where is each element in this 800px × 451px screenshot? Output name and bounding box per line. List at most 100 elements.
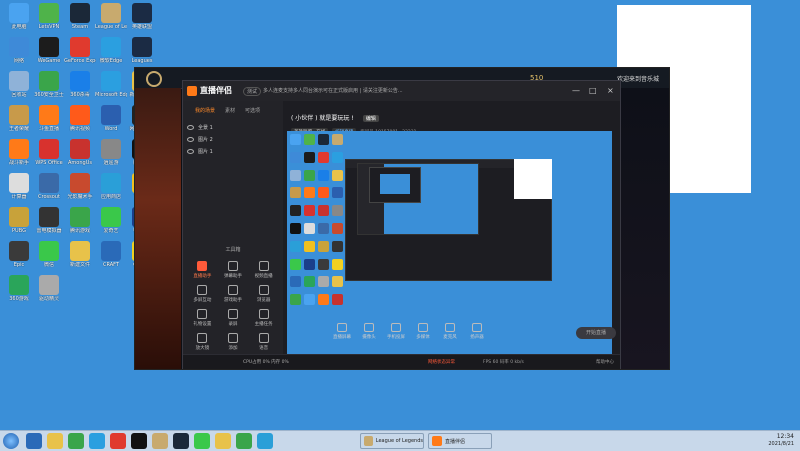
- desktop-icon[interactable]: 光影魔术手: [64, 173, 96, 200]
- toolbox-item[interactable]: 直播助手: [187, 261, 218, 279]
- room-edit-tag[interactable]: 编辑: [362, 115, 379, 122]
- desktop-icon[interactable]: Word: [95, 105, 127, 132]
- pinned-app-icon[interactable]: [194, 433, 210, 449]
- task-league[interactable]: League of Legends: [360, 433, 424, 449]
- desktop-icon[interactable]: WPS Office: [33, 139, 65, 166]
- eye-icon[interactable]: [187, 136, 194, 142]
- toolbox-item[interactable]: 录屏: [218, 309, 249, 327]
- maximize-button[interactable]: □: [589, 86, 597, 95]
- toolbox-item[interactable]: 浏览器: [248, 285, 279, 303]
- desktop-icon[interactable]: 斗鱼直播: [33, 105, 65, 132]
- pinned-app-icon[interactable]: [110, 433, 126, 449]
- pinned-app-icon[interactable]: [68, 433, 84, 449]
- left-tab[interactable]: 素材: [225, 107, 235, 114]
- desktop-icon[interactable]: 驱动精灵: [33, 275, 65, 302]
- pinned-app-icon[interactable]: [215, 433, 231, 449]
- desktop-icon[interactable]: 网络: [3, 37, 35, 64]
- scene-item[interactable]: 图片 2: [187, 133, 213, 145]
- desktop-icon[interactable]: 微信: [33, 241, 65, 268]
- desktop-icon[interactable]: 微软Edge: [95, 37, 127, 64]
- desktop-icon[interactable]: Crossout: [33, 173, 65, 200]
- desktop-icon[interactable]: LetsVPN: [33, 3, 65, 30]
- left-tabs: 我的场景 素材 可选项: [195, 107, 260, 114]
- toolbox-item[interactable]: 添加: [218, 333, 249, 351]
- toolbox-item[interactable]: 放大镜: [187, 333, 218, 351]
- preview-desktop-icon: [332, 151, 343, 163]
- tool-label: 语音: [259, 346, 269, 351]
- desktop-icon[interactable]: 战斗新手: [3, 139, 35, 166]
- desktop-icon[interactable]: 英雄联盟: [126, 3, 158, 30]
- desktop-icon[interactable]: 计算器: [3, 173, 35, 200]
- desktop-icon[interactable]: 此电脑: [3, 3, 35, 30]
- pinned-app-icon[interactable]: [131, 433, 147, 449]
- desktop-icon[interactable]: CRAFT: [95, 241, 127, 268]
- pinned-app-icon[interactable]: [89, 433, 105, 449]
- desktop-icon[interactable]: 爱奇艺: [95, 207, 127, 234]
- control-button[interactable]: 直播屏幕: [333, 323, 351, 340]
- eye-icon[interactable]: [187, 124, 194, 130]
- toolbox-item[interactable]: 礼物设置: [187, 309, 218, 327]
- pinned-app-icon[interactable]: [173, 433, 189, 449]
- help-link[interactable]: 帮助中心: [596, 359, 614, 365]
- control-button[interactable]: 多媒体: [414, 323, 432, 340]
- desktop-icon[interactable]: Microsoft Edge: [95, 71, 127, 98]
- pinned-app-icon[interactable]: [26, 433, 42, 449]
- toolbox-item[interactable]: 弹幕助手: [218, 261, 249, 279]
- control-label: 摄像头: [362, 335, 376, 340]
- desktop-icon[interactable]: Steam: [64, 3, 96, 30]
- scene-item[interactable]: 图片 1: [187, 145, 213, 157]
- left-tab[interactable]: 我的场景: [195, 107, 215, 114]
- desktop-icon[interactable]: 回收站: [3, 71, 35, 98]
- control-button[interactable]: 手机投屏: [387, 323, 405, 340]
- desktop-icon[interactable]: 腾讯游戏: [64, 207, 96, 234]
- desktop-icon[interactable]: AmongUs: [64, 139, 96, 166]
- pinned-app-icon[interactable]: [236, 433, 252, 449]
- desktop-icon[interactable]: 逍遥游: [95, 139, 127, 166]
- status-warning[interactable]: 网络状态异常: [428, 359, 455, 365]
- pinned-app-icon[interactable]: [47, 433, 63, 449]
- desktop-icon[interactable]: 应用商店: [95, 173, 127, 200]
- left-panel: 我的场景 素材 可选项 全景 1 图片 2 图片 1 工具箱 直播助手 弹幕助手 视频直播多…: [183, 101, 283, 368]
- desktop-icon[interactable]: GeForce Experience: [64, 37, 96, 64]
- system-clock[interactable]: 12:34 2021/8/21: [768, 433, 794, 448]
- desktop-icon-label: AmongUs: [68, 160, 92, 166]
- control-button[interactable]: 摄像头: [360, 323, 378, 340]
- desktop-icon[interactable]: PUBG: [3, 207, 35, 234]
- desktop-icon[interactable]: WeGame: [33, 37, 65, 64]
- beta-badge[interactable]: 测试: [243, 87, 262, 96]
- desktop-icon[interactable]: 360安全卫士: [33, 71, 65, 98]
- desktop-icon[interactable]: 腾讯视频: [64, 105, 96, 132]
- desktop-icon-label: 雷电模拟器: [36, 228, 62, 234]
- notice-text[interactable]: 多人连麦支持多人同台演示可在正式版启用 | 请关注更新公告...: [263, 87, 403, 94]
- toolbox-item[interactable]: 多屏互动: [187, 285, 218, 303]
- task-stream-app[interactable]: 直播伴侣: [428, 433, 492, 449]
- desktop-icon[interactable]: 360游戏: [3, 275, 35, 302]
- desktop-icon[interactable]: 360杀毒: [64, 71, 96, 98]
- desktop-icon[interactable]: League of Legends: [95, 3, 127, 30]
- scene-label: 全景 1: [198, 124, 213, 131]
- eye-icon[interactable]: [187, 148, 194, 154]
- toolbox-item[interactable]: 游戏助手: [218, 285, 249, 303]
- control-button[interactable]: 扬声器: [468, 323, 486, 340]
- desktop-icon-label: 逍遥游: [103, 160, 119, 166]
- desktop-icon[interactable]: 新建文件: [64, 241, 96, 268]
- toolbox-item[interactable]: 视频直播: [248, 261, 279, 279]
- start-button[interactable]: [3, 433, 19, 449]
- desktop-icon[interactable]: Leagues: [126, 37, 158, 64]
- bottom-controls: 直播屏幕 摄像头 手机投屏 多媒体 麦克风 扬声器: [333, 323, 486, 340]
- desktop-icon[interactable]: Epic: [3, 241, 35, 268]
- pinned-app-icon[interactable]: [152, 433, 168, 449]
- streaming-app-window[interactable]: 直播伴侣 测试 多人连麦支持多人同台演示可在正式版启用 | 请关注更新公告...…: [182, 80, 621, 369]
- toolbox-item[interactable]: 语音: [248, 333, 279, 351]
- pinned-app-icon[interactable]: [257, 433, 273, 449]
- start-live-button[interactable]: 开始直播: [576, 327, 616, 339]
- desktop-icon[interactable]: 雷电模拟器: [33, 207, 65, 234]
- minimize-button[interactable]: —: [572, 86, 580, 95]
- scene-item[interactable]: 全景 1: [187, 121, 213, 133]
- room-title[interactable]: ( 小伙伴 ) 就是要玩玩 !: [291, 115, 354, 122]
- control-button[interactable]: 麦克风: [441, 323, 459, 340]
- close-button[interactable]: ×: [607, 86, 614, 95]
- desktop-icon[interactable]: 王者荣耀: [3, 105, 35, 132]
- toolbox-item[interactable]: 主播任务: [248, 309, 279, 327]
- left-tab[interactable]: 可选项: [245, 107, 260, 114]
